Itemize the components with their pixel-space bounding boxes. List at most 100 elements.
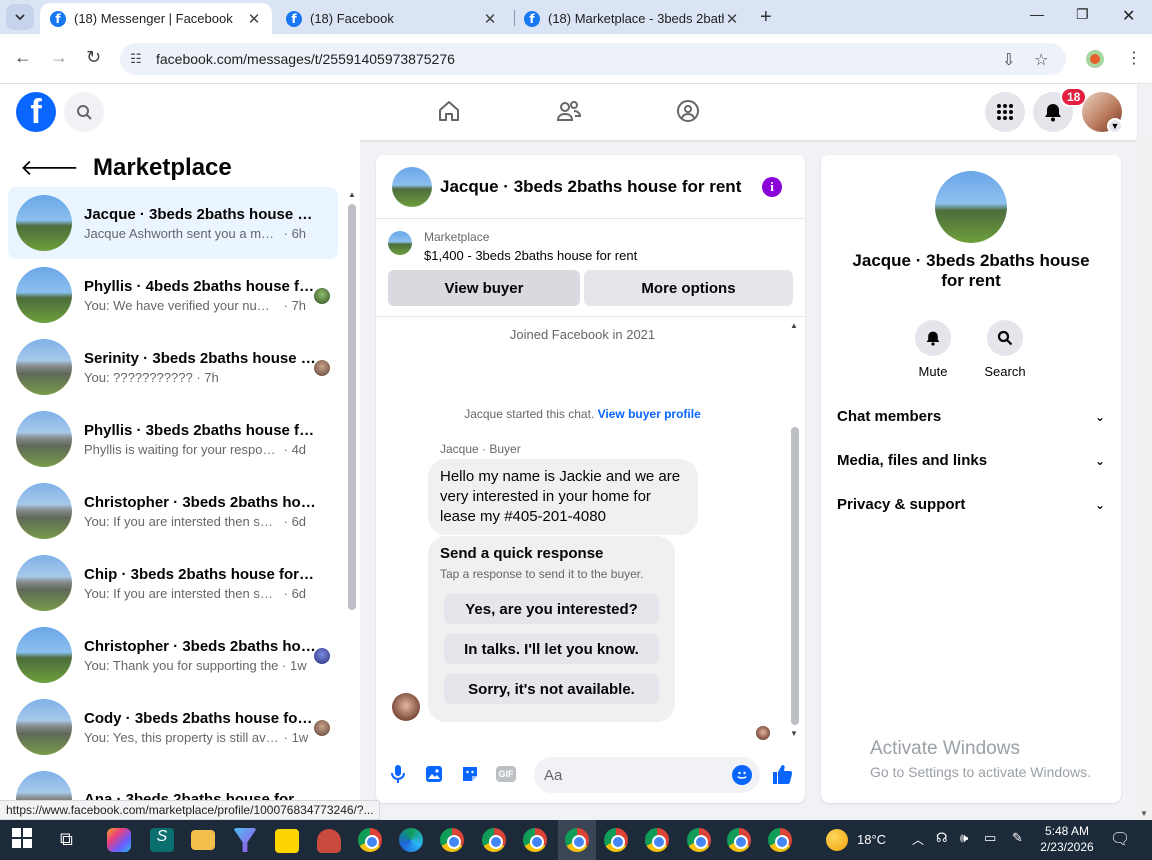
view-buyer-button[interactable]: View buyer (388, 270, 580, 306)
chat-title[interactable]: Jacque · 3beds 2baths house for rent (440, 177, 741, 197)
forward-button[interactable]: → (50, 47, 68, 68)
restore-button[interactable]: ❐ (1076, 6, 1089, 23)
back-button[interactable]: ← (14, 47, 32, 68)
like-button[interactable] (771, 763, 793, 785)
page-scrollbar[interactable]: ▼ (1137, 140, 1152, 820)
mute-button[interactable] (915, 320, 951, 356)
gif-button[interactable]: GIF (495, 763, 517, 785)
info-icon[interactable]: i (762, 177, 782, 197)
clock[interactable]: 5:48 AM 2/23/2026 (1038, 823, 1096, 855)
conversation-item[interactable]: Christopher · 3beds 2baths house for ren… (8, 475, 338, 547)
home-nav[interactable] (434, 96, 464, 126)
file-explorer-icon[interactable] (191, 830, 215, 850)
scroll-up-arrow[interactable]: ▲ (790, 321, 798, 330)
volume-icon[interactable]: 🕪 (960, 830, 968, 846)
search-in-conversation-button[interactable] (987, 320, 1023, 356)
more-options-button[interactable]: More options (584, 270, 793, 306)
install-app-icon[interactable]: ⇩ (1002, 50, 1015, 70)
browser-profile-icon[interactable] (1086, 50, 1104, 68)
tab-facebook[interactable]: f (18) Facebook ✕ (276, 3, 508, 34)
quick-response-option[interactable]: Sorry, it's not available. (444, 674, 659, 704)
facebook-favicon-icon: f (50, 10, 66, 27)
chrome-icon[interactable] (768, 828, 792, 852)
site-info-icon[interactable]: ☷ (130, 51, 148, 67)
pen-icon[interactable]: ✎ (1012, 830, 1023, 846)
listing-title[interactable]: $1,400 - 3beds 2baths house for rent (424, 248, 637, 263)
app-s-icon[interactable]: S (150, 828, 174, 852)
section-privacy-support[interactable]: Privacy & support ⌄ (837, 496, 1105, 513)
chat-avatar[interactable] (392, 166, 432, 207)
minimize-button[interactable]: — (1030, 6, 1044, 22)
conversation-item[interactable]: Jacque · 3beds 2baths house for rent Jacq… (8, 187, 338, 259)
friends-nav[interactable] (554, 96, 584, 126)
mute-action[interactable]: Mute (903, 320, 963, 379)
tab-marketplace[interactable]: f (18) Marketplace - 3beds 2baths ✕ (514, 3, 750, 34)
browser-menu-icon[interactable]: ⋮ (1126, 48, 1142, 68)
listing-thumbnail[interactable] (388, 231, 412, 255)
facebook-logo-icon[interactable]: f (16, 92, 56, 132)
copilot-icon[interactable] (107, 828, 131, 852)
chrome-icon[interactable] (482, 828, 506, 852)
paint-app-icon[interactable] (317, 829, 341, 853)
bookmark-star-icon[interactable]: ☆ (1034, 50, 1048, 70)
scroll-up-arrow[interactable]: ▲ (348, 190, 356, 199)
emoji-button[interactable] (732, 765, 752, 785)
quick-response-option[interactable]: Yes, are you interested? (444, 594, 659, 624)
start-button[interactable] (12, 828, 36, 852)
search-action[interactable]: Search (975, 320, 1035, 379)
section-chat-members[interactable]: Chat members ⌄ (837, 408, 1105, 425)
chrome-icon[interactable] (565, 828, 589, 852)
chrome-icon[interactable] (645, 828, 669, 852)
chrome-icon[interactable] (604, 828, 628, 852)
view-buyer-profile-link[interactable]: View buyer profile (598, 407, 701, 421)
tab-search-button[interactable] (6, 4, 34, 30)
conversation-photo[interactable] (935, 171, 1007, 243)
menu-button[interactable] (985, 92, 1025, 132)
task-view-icon[interactable]: ⧉ (60, 829, 84, 853)
sender-avatar[interactable] (392, 693, 420, 721)
url-text[interactable]: facebook.com/messages/t/2559140597387527… (156, 51, 455, 67)
weather-icon[interactable] (826, 829, 848, 851)
quick-response-option[interactable]: In talks. I'll let you know. (444, 634, 659, 664)
edge-icon[interactable] (399, 828, 423, 852)
scroll-down-arrow[interactable]: ▼ (790, 729, 798, 738)
sidebar-scrollbar[interactable] (348, 204, 356, 610)
groups-nav[interactable] (673, 96, 703, 126)
chrome-icon[interactable] (687, 828, 711, 852)
conversation-snippet: You: Thank you for supporting the (84, 657, 279, 673)
conversation-item[interactable]: Cody · 3beds 2baths house for rent You: Y… (8, 691, 338, 763)
scroll-down-arrow[interactable]: ▼ (1140, 809, 1148, 818)
chrome-icon[interactable] (440, 828, 464, 852)
chrome-icon[interactable] (358, 828, 382, 852)
notification-center-icon[interactable]: 🗨 (1110, 829, 1130, 849)
chrome-icon[interactable] (523, 828, 547, 852)
close-icon[interactable]: ✕ (246, 10, 262, 28)
window-close-button[interactable]: ✕ (1122, 6, 1135, 26)
omnibox[interactable]: ☷ facebook.com/messages/t/25591405973875… (120, 43, 1066, 75)
conversation-item[interactable]: Chip · 3beds 2baths house for rent You: I… (8, 547, 338, 619)
chevron-down-icon[interactable]: ▼ (1107, 118, 1123, 134)
reload-button[interactable]: ↻ (86, 47, 101, 68)
voice-clip-button[interactable] (387, 763, 409, 785)
close-icon[interactable]: ✕ (724, 10, 740, 28)
chat-scrollbar[interactable] (791, 427, 799, 725)
chrome-icon[interactable] (727, 828, 751, 852)
conversation-item[interactable]: Phyllis · 4beds 2baths house for rent You… (8, 259, 338, 331)
conversation-item[interactable]: Phyllis · 3beds 2baths house for rent Phy… (8, 403, 338, 475)
tab-messenger[interactable]: f (18) Messenger | Facebook ✕ (40, 3, 272, 34)
facebook-search-button[interactable] (64, 92, 104, 132)
conversation-item[interactable]: Christopher · 3beds 2baths house for ren… (8, 619, 338, 691)
section-media-files-links[interactable]: Media, files and links ⌄ (837, 452, 1105, 469)
sticky-notes-icon[interactable] (275, 829, 299, 853)
sticker-button[interactable] (459, 763, 481, 785)
back-arrow-icon[interactable]: 🡐 (20, 155, 79, 181)
conversation-item[interactable]: Serinity · 3beds 2baths house for rent Yo… (8, 331, 338, 403)
headset-icon[interactable]: ☊ (936, 830, 948, 846)
new-tab-button[interactable]: + (760, 6, 772, 29)
close-icon[interactable]: ✕ (482, 10, 498, 28)
message-input[interactable] (534, 757, 760, 793)
temperature[interactable]: 18°C (857, 832, 886, 847)
tray-chevron-up-icon[interactable]: ︿ (912, 831, 924, 848)
network-icon[interactable]: ▭ (984, 830, 996, 846)
attach-photo-button[interactable] (423, 763, 445, 785)
